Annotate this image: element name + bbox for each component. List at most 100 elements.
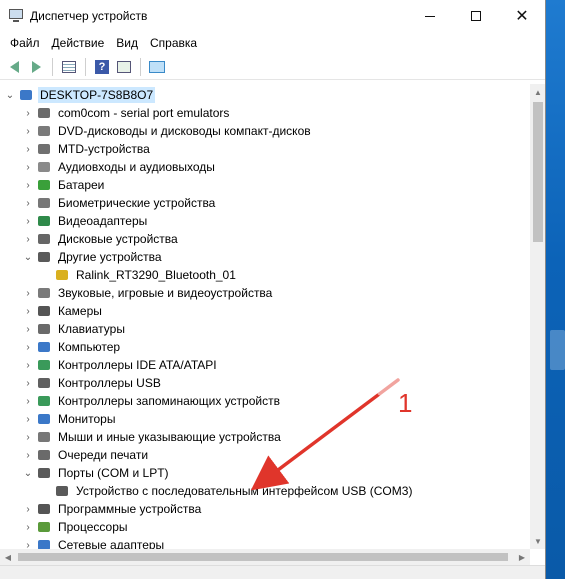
chevron-right-icon[interactable]: ›: [22, 194, 34, 212]
device-category-icon: [36, 375, 52, 391]
tree-category-item[interactable]: › Биометрические устройства: [22, 194, 217, 212]
chevron-right-icon[interactable]: ›: [22, 338, 34, 356]
tree-child-item[interactable]: Ralink_RT3290_Bluetooth_01: [48, 266, 238, 284]
device-category-icon: [36, 285, 52, 301]
tree-category-item[interactable]: › Видеоадаптеры: [22, 212, 149, 230]
device-category-icon: [36, 303, 52, 319]
tree-category-item[interactable]: › Мониторы: [22, 410, 117, 428]
tree-item-label: Порты (COM и LPT): [58, 466, 169, 480]
tree-item-label: Очереди печати: [58, 448, 149, 462]
device-manager-icon: [8, 8, 24, 24]
chevron-right-icon[interactable]: ›: [22, 284, 34, 302]
chevron-right-icon[interactable]: ›: [22, 176, 34, 194]
tree-category-item[interactable]: ⌄ Порты (COM и LPT): [22, 464, 171, 482]
scroll-up-icon[interactable]: ▲: [530, 84, 545, 100]
tree-category-item[interactable]: ⌄ Другие устройства: [22, 248, 164, 266]
tree-category-item[interactable]: › Мыши и иные указывающие устройства: [22, 428, 283, 446]
chevron-down-icon[interactable]: ⌄: [22, 248, 34, 266]
annotation-number: 1: [398, 388, 413, 418]
toolbar: ?: [0, 54, 545, 80]
chevron-right-icon[interactable]: ›: [22, 374, 34, 392]
device-category-icon: [36, 447, 52, 463]
toolbar-separator: [85, 57, 86, 76]
device-tree: ⌄ DESKTOP-7S8B8O7 › com0com - serial port…: [0, 84, 530, 549]
tree-category-item[interactable]: › Аудиовходы и аудиовыходы: [22, 158, 217, 176]
tree-category-item[interactable]: › Звуковые, игровые и видеоустройства: [22, 284, 274, 302]
update-driver-icon: [117, 60, 131, 73]
scroll-right-icon[interactable]: ▶: [514, 549, 530, 565]
menu-file[interactable]: Файл: [4, 32, 46, 54]
menu-action[interactable]: Действие: [46, 32, 111, 54]
chevron-right-icon[interactable]: ›: [22, 104, 34, 122]
toolbar-separator: [140, 57, 141, 76]
scan-hardware-icon: [149, 60, 165, 73]
tree-category-item[interactable]: › com0com - serial port emulators: [22, 104, 231, 122]
chevron-right-icon[interactable]: ›: [22, 212, 34, 230]
menu-help[interactable]: Справка: [144, 32, 203, 54]
chevron-right-icon[interactable]: ›: [22, 302, 34, 320]
chevron-right-icon[interactable]: ›: [22, 140, 34, 158]
tree-root[interactable]: ⌄ DESKTOP-7S8B8O7: [4, 86, 156, 104]
minimize-button[interactable]: [407, 0, 453, 32]
tree-category-item[interactable]: › Контроллеры USB: [22, 374, 163, 392]
vertical-scrollbar[interactable]: ▲ ▼: [530, 84, 545, 549]
chevron-right-icon[interactable]: ›: [22, 446, 34, 464]
chevron-right-icon[interactable]: ›: [22, 518, 34, 536]
menu-view[interactable]: Вид: [110, 32, 144, 54]
title-bar: Диспетчер устройств ✕: [0, 0, 545, 32]
maximize-button[interactable]: [453, 0, 499, 32]
vertical-scroll-thumb[interactable]: [533, 102, 543, 242]
tree-item-label: Аудиовходы и аудиовыходы: [58, 160, 215, 174]
chevron-right-icon[interactable]: ›: [22, 356, 34, 374]
tree-category-item[interactable]: › Дисковые устройства: [22, 230, 180, 248]
help-button[interactable]: ?: [92, 57, 112, 77]
scroll-down-icon[interactable]: ▼: [530, 533, 545, 549]
device-category-icon: [36, 123, 52, 139]
back-icon: [9, 60, 19, 73]
back-button[interactable]: [4, 57, 24, 77]
tree-item-label: Контроллеры запоминающих устройств: [58, 394, 280, 408]
chevron-right-icon[interactable]: ›: [22, 536, 34, 550]
tree-category-item[interactable]: › Клавиатуры: [22, 320, 127, 338]
device-category-icon: [36, 339, 52, 355]
horizontal-scrollbar[interactable]: ◀ ▶: [0, 549, 530, 565]
tree-category-item[interactable]: › DVD-дисководы и дисководы компакт-диско…: [22, 122, 313, 140]
chevron-right-icon[interactable]: ›: [22, 392, 34, 410]
window-title: Диспетчер устройств: [30, 9, 148, 23]
update-driver-button[interactable]: [114, 57, 134, 77]
forward-button[interactable]: [26, 57, 46, 77]
tree-item-label: Биометрические устройства: [58, 196, 216, 210]
tree-root-label: DESKTOP-7S8B8O7: [38, 87, 156, 103]
chevron-down-icon[interactable]: ⌄: [22, 464, 34, 482]
scan-hardware-button[interactable]: [147, 57, 167, 77]
tree-item-label: DVD-дисководы и дисководы компакт-дисков: [58, 124, 311, 138]
tree-category-item[interactable]: › Контроллеры IDE ATA/ATAPI: [22, 356, 219, 374]
chevron-right-icon[interactable]: ›: [22, 122, 34, 140]
chevron-right-icon[interactable]: ›: [22, 230, 34, 248]
tree-category-item[interactable]: › Компьютер: [22, 338, 122, 356]
close-button[interactable]: ✕: [499, 0, 545, 32]
chevron-right-icon[interactable]: ›: [22, 158, 34, 176]
tree-child-item[interactable]: Устройство с последовательным интерфейсо…: [48, 482, 414, 500]
tree-category-item[interactable]: › Контроллеры запоминающих устройств: [22, 392, 282, 410]
chevron-right-icon[interactable]: ›: [22, 500, 34, 518]
chevron-down-icon[interactable]: ⌄: [4, 86, 16, 104]
tree-category-item[interactable]: › Батареи: [22, 176, 106, 194]
tree-category-item[interactable]: › Процессоры: [22, 518, 130, 536]
chevron-right-icon[interactable]: ›: [22, 320, 34, 338]
properties-button[interactable]: [59, 57, 79, 77]
tree-category-item[interactable]: › Очереди печати: [22, 446, 150, 464]
desktop-background: [546, 0, 565, 579]
chevron-right-icon[interactable]: ›: [22, 428, 34, 446]
tree-category-item[interactable]: › Сетевые адаптеры: [22, 536, 166, 549]
device-category-icon: [54, 483, 70, 499]
tree-category-item[interactable]: › Программные устройства: [22, 500, 203, 518]
tree-category-item[interactable]: › MTD-устройства: [22, 140, 152, 158]
device-category-icon: [36, 177, 52, 193]
horizontal-scroll-thumb[interactable]: [18, 553, 508, 561]
scroll-left-icon[interactable]: ◀: [0, 549, 16, 565]
tree-item-label: Компьютер: [58, 340, 121, 354]
chevron-right-icon[interactable]: ›: [22, 410, 34, 428]
device-manager-window: Диспетчер устройств ✕ Файл Действие Вид …: [0, 0, 546, 579]
tree-category-item[interactable]: › Камеры: [22, 302, 104, 320]
